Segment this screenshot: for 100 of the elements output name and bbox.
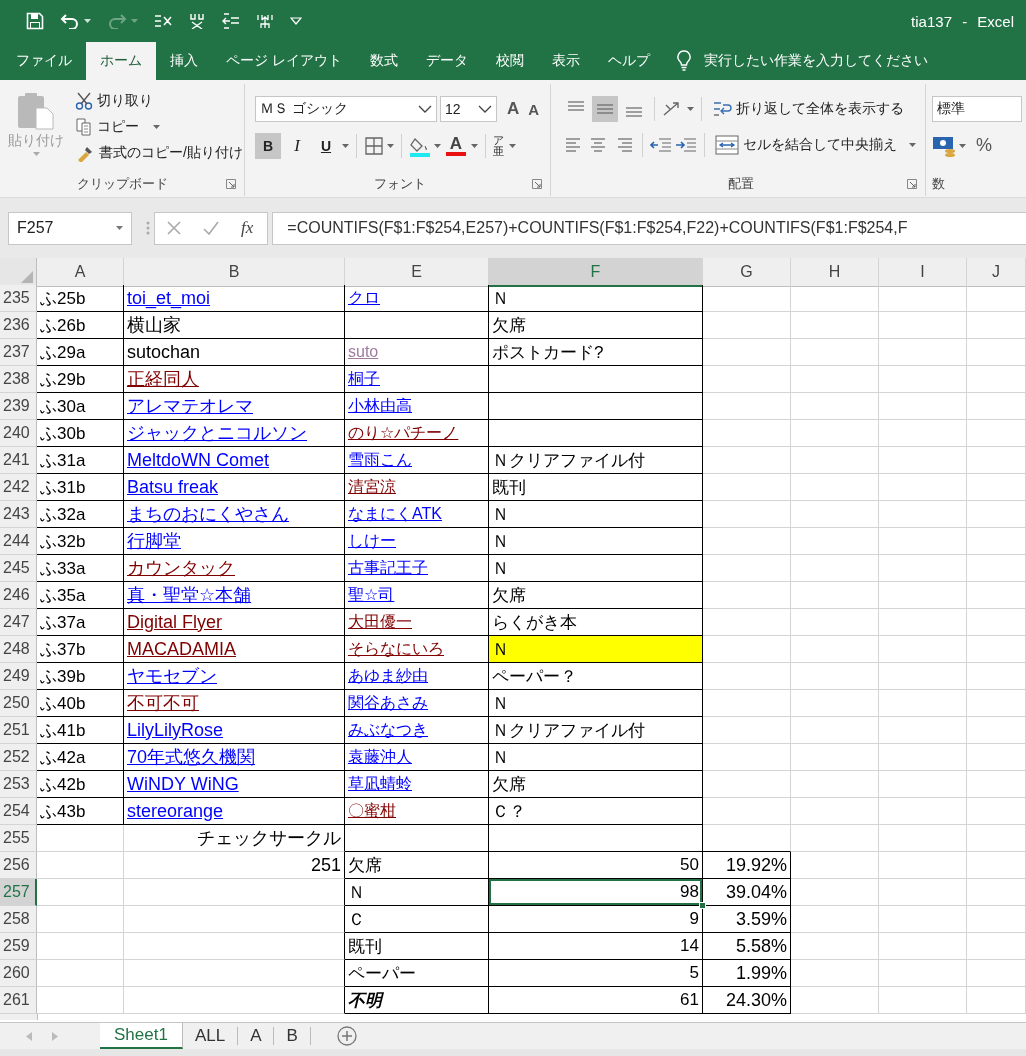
font-style-button[interactable]: B: [255, 133, 281, 159]
cell-link[interactable]: ヤモセブン: [127, 664, 217, 688]
row-header[interactable]: 236: [0, 312, 37, 339]
caret-icon[interactable]: [471, 144, 478, 148]
phonetic-button[interactable]: ア亜: [493, 135, 506, 157]
cell-link[interactable]: しけー: [348, 530, 396, 552]
ribbon-tab[interactable]: 表示: [537, 42, 594, 80]
cell-link[interactable]: Batsu freak: [127, 476, 219, 498]
split-cross-icon[interactable]: [188, 13, 206, 29]
cell-link[interactable]: stereorange: [127, 800, 224, 822]
dialog-launcher-icon[interactable]: [907, 178, 917, 189]
currency-icon[interactable]: [932, 134, 956, 157]
row-header[interactable]: 246: [0, 582, 37, 609]
cell-link[interactable]: 正経同人: [127, 367, 199, 391]
arrow-lines-icon[interactable]: [222, 13, 240, 29]
cell-link[interactable]: LilyLilyRose: [127, 719, 224, 741]
caret-icon[interactable]: [342, 144, 349, 148]
cell-link[interactable]: MeltdoWN Comet: [127, 449, 270, 471]
name-box[interactable]: F257: [8, 211, 132, 245]
row-header[interactable]: 259: [0, 933, 37, 960]
tell-me-text[interactable]: 実行したい作業を入力してください: [703, 52, 928, 70]
cell-link[interactable]: 不可不可: [127, 691, 199, 715]
shrink-font-button[interactable]: A: [525, 98, 543, 120]
row-header[interactable]: 252: [0, 744, 37, 771]
row-header[interactable]: 244: [0, 528, 37, 555]
customize-icon[interactable]: [290, 17, 302, 25]
caret-icon[interactable]: [959, 143, 966, 148]
row-header[interactable]: 242: [0, 474, 37, 501]
lightbulb-icon[interactable]: [675, 50, 692, 72]
cell-link[interactable]: Digital Flyer: [127, 611, 223, 633]
column-header[interactable]: J: [967, 258, 1026, 287]
row-header[interactable]: 257: [0, 879, 37, 906]
cell-link[interactable]: 真・聖堂☆本舗: [127, 583, 252, 607]
cell-link[interactable]: toi_et_moi: [127, 287, 211, 309]
row-header[interactable]: 251: [0, 717, 37, 744]
row-header[interactable]: 258: [0, 906, 37, 933]
cell-link[interactable]: 大田優一: [348, 611, 412, 633]
caret-icon[interactable]: [387, 144, 394, 148]
row-header[interactable]: 253: [0, 771, 37, 798]
ribbon-tab[interactable]: データ: [411, 42, 482, 80]
grow-font-button[interactable]: A: [504, 97, 523, 121]
add-sheet-icon[interactable]: [336, 1026, 357, 1046]
dialog-launcher-icon[interactable]: [226, 178, 236, 189]
ribbon-tab[interactable]: 挿入: [156, 42, 212, 80]
dialog-launcher-icon[interactable]: [532, 178, 542, 189]
ribbon-tab[interactable]: ページ レイアウト: [212, 42, 356, 80]
row-header[interactable]: 235: [0, 285, 37, 312]
percent-button[interactable]: %: [973, 133, 995, 158]
cell-link[interactable]: 関谷あさみ: [348, 692, 428, 714]
caret-icon[interactable]: [509, 144, 516, 148]
save-icon[interactable]: [26, 12, 44, 30]
row-header[interactable]: 237: [0, 339, 37, 366]
font-name-dropdown[interactable]: ＭＳ ゴシック: [255, 96, 437, 122]
row-header[interactable]: 256: [0, 852, 37, 879]
column-header[interactable]: I: [879, 258, 967, 287]
row-header[interactable]: 250: [0, 690, 37, 717]
check-icon[interactable]: [203, 221, 219, 235]
row-header[interactable]: 243: [0, 501, 37, 528]
caret-icon[interactable]: [434, 144, 441, 148]
row-header[interactable]: 241: [0, 447, 37, 474]
row-header[interactable]: 245: [0, 555, 37, 582]
ribbon-tab[interactable]: 校閲: [481, 42, 538, 80]
cell-link[interactable]: アレマテオレマ: [127, 394, 253, 418]
number-format-dropdown[interactable]: 標準: [932, 96, 1022, 122]
lines-cross-icon[interactable]: [154, 14, 172, 28]
cell-link[interactable]: 小林由高: [348, 395, 412, 417]
row-header[interactable]: 249: [0, 663, 37, 690]
cell-link[interactable]: まちのおにくやさん: [127, 502, 289, 526]
ribbon-tab[interactable]: ヘルプ: [593, 42, 664, 80]
format-painter-button[interactable]: 書式のコピー/貼り付け: [72, 142, 246, 164]
cell-link[interactable]: クロ: [348, 287, 380, 309]
column-header[interactable]: E: [345, 258, 489, 287]
cell-link[interactable]: MACADAMIA: [127, 638, 236, 660]
caret-icon[interactable]: [84, 19, 91, 23]
caret-icon[interactable]: [909, 143, 916, 147]
wrap-text-button[interactable]: 折り返して全体を表示する: [709, 97, 907, 121]
sheet-tab[interactable]: ALL: [182, 1027, 239, 1045]
ribbon-tab[interactable]: 数式: [355, 42, 412, 80]
row-header[interactable]: 240: [0, 420, 37, 447]
cell-link[interactable]: カウンタック: [127, 556, 235, 580]
ribbon-tab[interactable]: ホーム: [86, 42, 156, 80]
cell-link[interactable]: 〇蜜柑: [348, 800, 396, 822]
fill-handle[interactable]: [699, 902, 706, 909]
cell-link[interactable]: あゆま紗由: [348, 665, 428, 687]
sheet-tab[interactable]: A: [238, 1027, 275, 1045]
row-header[interactable]: 261: [0, 987, 37, 1014]
decrease-indent-icon[interactable]: [650, 135, 672, 155]
ribbon-tab[interactable]: ファイル: [2, 42, 86, 80]
cell-link[interactable]: 70年式悠久機関: [127, 745, 256, 769]
cell-link[interactable]: suto: [348, 343, 379, 361]
row-header[interactable]: 248: [0, 636, 37, 663]
bracket-arrow-icon[interactable]: [256, 13, 274, 29]
row-header[interactable]: 260: [0, 960, 37, 987]
row-header[interactable]: 255: [0, 825, 37, 852]
row-header[interactable]: 247: [0, 609, 37, 636]
cell-link[interactable]: 清宮涼: [348, 476, 396, 498]
cell-link[interactable]: WiNDY WiNG: [127, 773, 239, 795]
column-header[interactable]: H: [791, 258, 879, 287]
sheet-tab[interactable]: B: [274, 1027, 311, 1045]
borders-icon[interactable]: [364, 136, 384, 156]
